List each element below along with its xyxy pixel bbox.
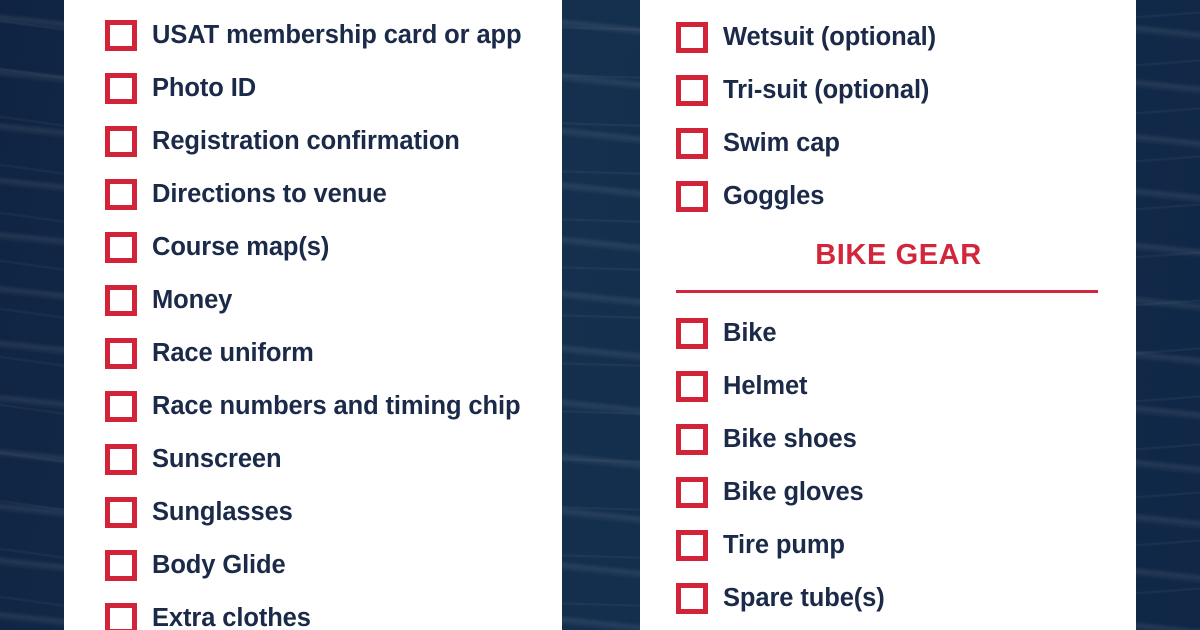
checklist-item[interactable]: Money [105,274,562,327]
left-checklist-panel: USAT membership card or app Photo ID Regis… [64,0,562,630]
checklist-item-label: Race numbers and timing chip [152,391,521,420]
checklist-item-label: Extra clothes [152,603,311,630]
checklist-item[interactable]: Race uniform [105,327,562,380]
checklist-item-label: Bike shoes [723,424,857,453]
checkbox-icon[interactable] [105,338,137,369]
checkbox-icon[interactable] [676,318,708,349]
checklist-item-label: Money [152,285,233,314]
checklist-item-label: Registration confirmation [152,126,460,155]
checklist-item[interactable]: Bike [676,307,1136,360]
checkbox-icon[interactable] [105,444,137,475]
bike-gear-checklist: Bike Helmet Bike shoes Bike gloves Tire pump… [676,307,1136,625]
right-checklist-panel: Wetsuit (optional) Tri-suit (optional) Swi… [640,0,1136,630]
checklist-item-label: USAT membership card or app [152,20,522,49]
checklist-item[interactable]: Course map(s) [105,221,562,274]
checkbox-icon[interactable] [676,583,708,614]
checkbox-icon[interactable] [676,530,708,561]
checklist-item[interactable]: Goggles [676,170,1136,223]
checklist-item-label: Bike [723,318,777,347]
checklist-item[interactable]: Swim cap [676,117,1136,170]
checklist-item-label: Tri-suit (optional) [723,75,930,104]
checklist-item-label: Course map(s) [152,232,330,261]
bike-gear-section-header: BIKE GEAR [676,241,1136,293]
checkbox-icon[interactable] [105,391,137,422]
checklist-item[interactable]: Spare tube(s) [676,572,1136,625]
checklist-item-label: Photo ID [152,73,257,102]
checklist-item[interactable]: Bike shoes [676,413,1136,466]
checklist-item-label: Wetsuit (optional) [723,22,937,51]
checkbox-icon[interactable] [676,128,708,159]
checklist-item-label: Sunglasses [152,497,293,526]
checkbox-icon[interactable] [105,126,137,157]
checklist-item-label: Bike gloves [723,477,864,506]
checklist-item[interactable]: Extra clothes [105,592,562,630]
checklist-item[interactable]: Tire pump [676,519,1136,572]
checkbox-icon[interactable] [676,181,708,212]
checklist-item-label: Goggles [723,181,825,210]
checkbox-icon[interactable] [105,20,137,51]
checklist-item[interactable]: Wetsuit (optional) [676,11,1136,64]
checklist-page: USAT membership card or app Photo ID Regis… [0,0,1200,630]
checklist-item-label: Body Glide [152,550,286,579]
checklist-item[interactable]: Sunscreen [105,433,562,486]
checklist-item[interactable]: Bike gloves [676,466,1136,519]
swim-gear-checklist: Wetsuit (optional) Tri-suit (optional) Swi… [676,11,1136,223]
checkbox-icon[interactable] [105,497,137,528]
checkbox-icon[interactable] [676,477,708,508]
checklist-item-label: Race uniform [152,338,314,367]
checklist-item-label: Tire pump [723,530,845,559]
checklist-item[interactable]: Body Glide [105,539,562,592]
checklist-item[interactable]: Directions to venue [105,168,562,221]
checklist-item[interactable]: Sunglasses [105,486,562,539]
checklist-item-label: Swim cap [723,128,840,157]
checklist-item[interactable]: USAT membership card or app [105,9,562,62]
checkbox-icon[interactable] [105,550,137,581]
checkbox-icon[interactable] [105,73,137,104]
section-title-bike-gear: BIKE GEAR [815,239,982,271]
checkbox-icon[interactable] [676,75,708,106]
checklist-item[interactable]: Race numbers and timing chip [105,380,562,433]
checklist-item[interactable]: Registration confirmation [105,115,562,168]
left-checklist: USAT membership card or app Photo ID Regis… [105,9,562,630]
checkbox-icon[interactable] [105,179,137,210]
checkbox-icon[interactable] [105,285,137,316]
checklist-item[interactable]: Photo ID [105,62,562,115]
checklist-item-label: Spare tube(s) [723,583,885,612]
checkbox-icon[interactable] [105,232,137,263]
checkbox-icon[interactable] [676,371,708,402]
checklist-item[interactable]: Helmet [676,360,1136,413]
checklist-item[interactable]: Tri-suit (optional) [676,64,1136,117]
checkbox-icon[interactable] [676,22,708,53]
checkbox-icon[interactable] [105,603,137,630]
checklist-item-label: Helmet [723,371,808,400]
checklist-item-label: Sunscreen [152,444,282,473]
checklist-item-label: Directions to venue [152,179,387,208]
checkbox-icon[interactable] [676,424,708,455]
